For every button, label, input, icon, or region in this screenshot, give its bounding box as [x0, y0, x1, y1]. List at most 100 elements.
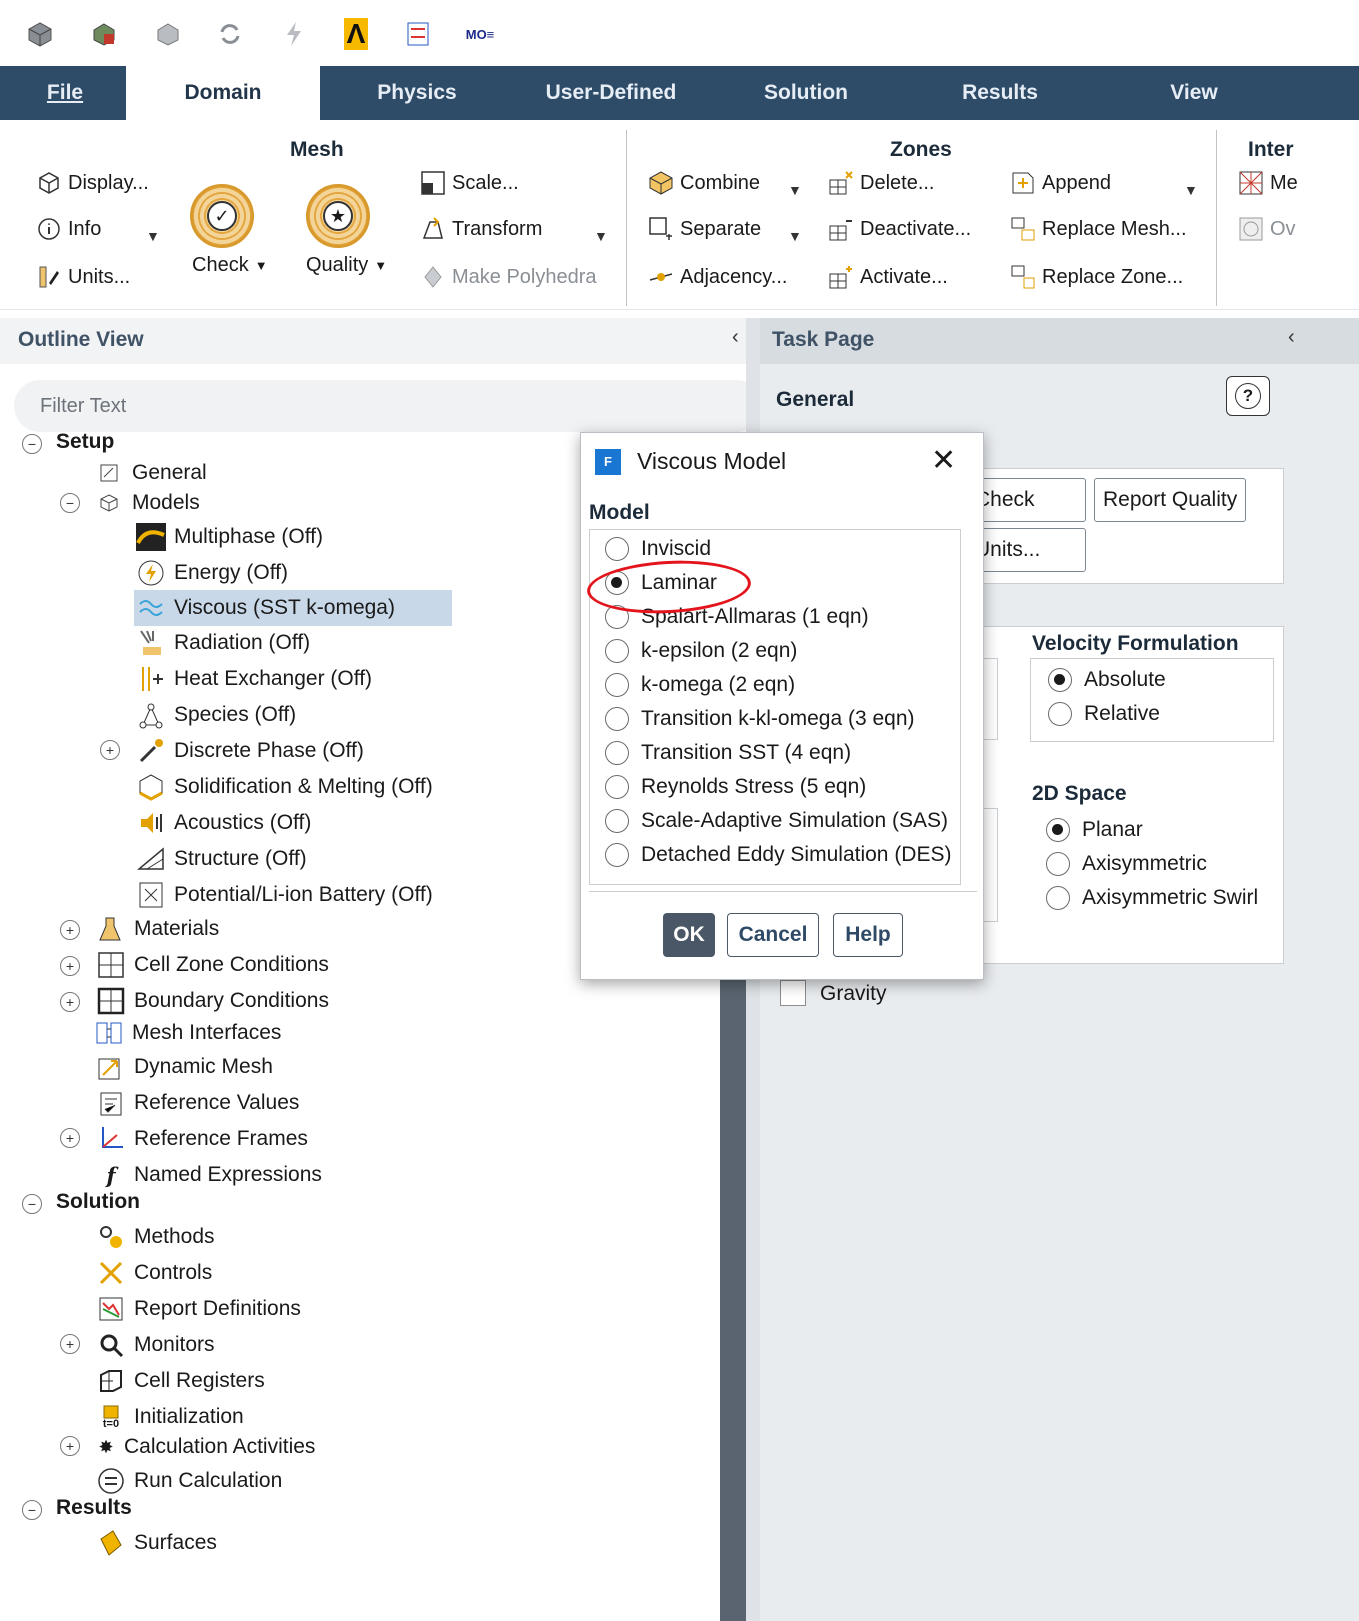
tab-results[interactable]: Results [936, 66, 1064, 120]
tree-solidification[interactable]: Solidification & Melting (Off) [136, 772, 433, 802]
compare-icon[interactable] [404, 20, 432, 48]
close-icon[interactable]: ✕ [931, 443, 956, 478]
collapse-solution-toggle[interactable]: − [22, 1194, 42, 1214]
tree-heat-exchanger[interactable]: Heat Exchanger (Off) [136, 664, 372, 694]
ok-button[interactable]: OK [663, 913, 715, 957]
expand-reference-frames-toggle[interactable]: + [60, 1128, 80, 1148]
gravity-checkbox[interactable] [780, 980, 806, 1006]
info-button[interactable]: Info [36, 216, 101, 242]
des-radio[interactable] [605, 843, 629, 867]
collapse-task-page-icon[interactable]: ‹ [1288, 326, 1295, 349]
transform-button[interactable]: Transform [420, 216, 542, 242]
tree-results[interactable]: Results [56, 1496, 132, 1520]
tab-file[interactable]: File [22, 66, 108, 120]
info-dropdown-icon[interactable]: ▼ [146, 228, 160, 244]
collapse-models-toggle[interactable]: − [60, 493, 80, 513]
tree-named-expressions[interactable]: f Named Expressions [96, 1160, 321, 1190]
check-mesh-button[interactable]: Check [966, 478, 1086, 522]
tree-energy[interactable]: Energy (Off) [136, 558, 288, 588]
tree-models[interactable]: Models [94, 488, 200, 518]
adjacency-button[interactable]: Adjacency... [648, 264, 787, 290]
check-button[interactable]: Check ▼ [192, 254, 268, 277]
reynolds-stress-radio[interactable] [605, 775, 629, 799]
tree-cell-registers[interactable]: Cell Registers [96, 1366, 265, 1396]
quality-mesh-icon[interactable]: ★ [306, 184, 370, 248]
parameter-icon[interactable]: MO≡ [466, 20, 495, 48]
tree-boundary-conditions[interactable]: Boundary Conditions [96, 986, 329, 1016]
help-dialog-button[interactable]: Help [833, 913, 903, 957]
mesh-interfaces-button[interactable]: Me [1238, 170, 1298, 196]
tree-reference-frames[interactable]: Reference Frames [96, 1124, 308, 1154]
lightning-icon[interactable] [280, 20, 308, 48]
activate-button[interactable]: Activate... [828, 264, 948, 290]
relative-radio[interactable] [1048, 702, 1072, 726]
combine-dropdown-icon[interactable]: ▼ [788, 182, 802, 198]
combine-button[interactable]: Combine [648, 170, 760, 196]
expand-discrete-phase-toggle[interactable]: + [100, 740, 120, 760]
replace-zone-button[interactable]: Replace Zone... [1010, 264, 1183, 290]
expand-calculation-activities-toggle[interactable]: + [60, 1436, 80, 1456]
tree-acoustics[interactable]: Acoustics (Off) [136, 808, 311, 838]
tree-run-calculation[interactable]: Run Calculation [96, 1466, 282, 1496]
expand-boundary-toggle[interactable]: + [60, 992, 80, 1012]
tree-setup[interactable]: Setup [56, 430, 114, 454]
read-case-icon[interactable] [90, 20, 118, 48]
replace-mesh-button[interactable]: Replace Mesh... [1010, 216, 1187, 242]
filter-text-input[interactable]: Filter Text [14, 380, 762, 432]
tree-dynamic-mesh[interactable]: Dynamic Mesh [96, 1052, 273, 1082]
help-button[interactable]: ? [1226, 376, 1270, 416]
write-case-icon[interactable] [154, 20, 182, 48]
overset-button[interactable]: Ov [1238, 216, 1296, 242]
append-dropdown-icon[interactable]: ▼ [1184, 182, 1198, 198]
tab-user-defined[interactable]: User-Defined [526, 66, 696, 120]
tree-general[interactable]: General [94, 458, 207, 488]
refresh-icon[interactable] [216, 20, 244, 48]
tree-controls[interactable]: Controls [96, 1258, 212, 1288]
separate-button[interactable]: Separate [648, 216, 761, 242]
tree-multiphase[interactable]: Multiphase (Off) [136, 522, 323, 552]
deactivate-button[interactable]: Deactivate... [828, 216, 971, 242]
collapse-results-toggle[interactable]: − [22, 1500, 42, 1520]
transform-dropdown-icon[interactable]: ▼ [594, 228, 608, 244]
tab-solution[interactable]: Solution [742, 66, 870, 120]
tree-reference-values[interactable]: Reference Values [96, 1088, 299, 1118]
axisymmetric-swirl-radio[interactable] [1046, 886, 1070, 910]
tree-structure[interactable]: Structure (Off) [136, 844, 307, 874]
separate-dropdown-icon[interactable]: ▼ [788, 228, 802, 244]
tree-initialization[interactable]: t=0 Initialization [96, 1402, 244, 1432]
inviscid-radio[interactable] [605, 537, 629, 561]
make-polyhedra-button[interactable]: Make Polyhedra [420, 264, 597, 290]
sas-radio[interactable] [605, 809, 629, 833]
tree-cell-zone-conditions[interactable]: Cell Zone Conditions [96, 950, 329, 980]
tab-view[interactable]: View [1146, 66, 1242, 120]
report-quality-button[interactable]: Report Quality [1094, 478, 1247, 522]
tree-methods[interactable]: Methods [96, 1222, 215, 1252]
k-omega-radio[interactable] [605, 673, 629, 697]
tree-calculation-activities[interactable]: ✸ Calculation Activities [96, 1432, 315, 1462]
tree-materials[interactable]: Materials [96, 914, 219, 944]
tree-viscous[interactable]: Viscous (SST k-omega) [134, 590, 452, 626]
k-epsilon-radio[interactable] [605, 639, 629, 663]
append-button[interactable]: Append [1010, 170, 1111, 196]
scale-button[interactable]: Scale... [420, 170, 519, 196]
tree-battery[interactable]: Potential/Li-ion Battery (Off) [136, 880, 433, 910]
tree-species[interactable]: Species (Off) [136, 700, 296, 730]
transition-sst-radio[interactable] [605, 741, 629, 765]
mesh-cube-icon[interactable] [26, 20, 54, 48]
quality-button[interactable]: Quality ▼ [306, 254, 387, 277]
transition-k-kl-omega-radio[interactable] [605, 707, 629, 731]
absolute-radio[interactable] [1048, 668, 1072, 692]
check-mesh-icon[interactable]: ✓ [190, 184, 254, 248]
tree-solution[interactable]: Solution [56, 1190, 140, 1214]
units-button[interactable]: Units... [36, 264, 130, 290]
tab-physics[interactable]: Physics [350, 66, 484, 120]
expand-materials-toggle[interactable]: + [60, 920, 80, 940]
units-task-button[interactable]: Units... [966, 528, 1086, 572]
tree-mesh-interfaces[interactable]: Mesh Interfaces [94, 1018, 281, 1048]
expand-monitors-toggle[interactable]: + [60, 1334, 80, 1354]
ansys-logo-icon[interactable]: Λ [342, 18, 370, 50]
collapse-setup-toggle[interactable]: − [22, 434, 42, 454]
display-button[interactable]: Display... [36, 170, 149, 196]
tree-monitors[interactable]: Monitors [96, 1330, 215, 1360]
expand-cell-zone-toggle[interactable]: + [60, 956, 80, 976]
